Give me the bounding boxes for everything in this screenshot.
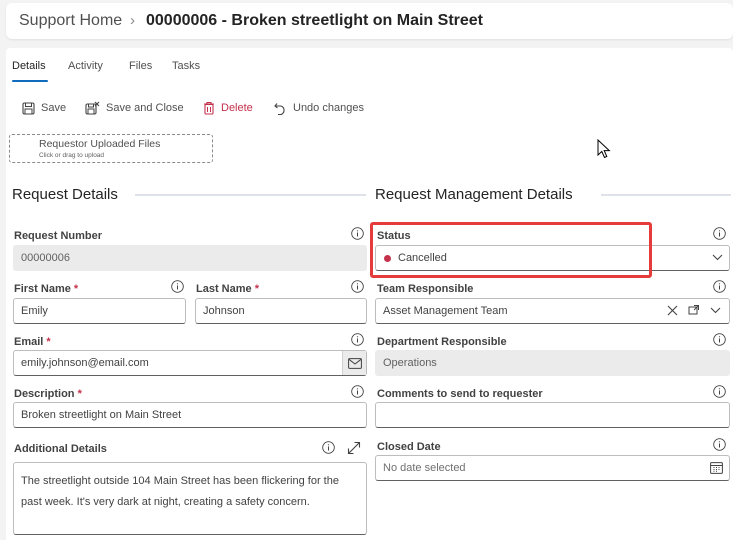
info-icon[interactable]: [713, 280, 726, 293]
email-value: emily.johnson@email.com: [21, 357, 149, 369]
mouse-cursor-icon: [597, 139, 611, 159]
email-label: Email *: [14, 336, 51, 348]
department-responsible-value: Operations: [383, 357, 437, 369]
first-name-input[interactable]: Emily: [13, 298, 186, 324]
save-and-close-button[interactable]: Save and Close: [85, 100, 184, 116]
delete-button[interactable]: Delete: [203, 100, 253, 116]
dropzone-hint: Click or drag to upload: [39, 152, 105, 159]
request-details-heading: Request Details: [12, 186, 118, 203]
email-input[interactable]: emily.johnson@email.com: [13, 350, 367, 376]
closed-date-placeholder: No date selected: [383, 462, 466, 474]
active-tab-indicator: [12, 80, 48, 82]
info-icon[interactable]: [351, 333, 364, 346]
info-icon[interactable]: [351, 280, 364, 293]
page-title: 00000006 - Broken streetlight on Main St…: [146, 12, 483, 29]
description-input[interactable]: Broken streetlight on Main Street: [13, 402, 367, 428]
department-responsible-label: Department Responsible: [377, 336, 507, 348]
required-marker: *: [254, 283, 259, 295]
info-icon[interactable]: [713, 438, 726, 451]
expand-icon[interactable]: [347, 441, 361, 455]
delete-icon: [204, 101, 214, 115]
request-management-heading: Request Management Details: [375, 186, 573, 203]
tab-tasks[interactable]: Tasks: [172, 60, 200, 72]
record-form-card: Details Activity Files Tasks Save Save a…: [6, 48, 733, 540]
status-highlight-box: [370, 222, 652, 278]
send-email-button[interactable]: [342, 351, 366, 375]
additional-details-textarea[interactable]: The streetlight outside 104 Main Street …: [13, 462, 367, 535]
team-responsible-lookup[interactable]: Asset Management Team: [375, 298, 730, 324]
closed-date-label: Closed Date: [377, 441, 441, 453]
required-marker: *: [77, 388, 82, 400]
header-bar: Support Home › 00000006 - Broken streetl…: [6, 3, 733, 39]
comments-label: Comments to send to requester: [377, 388, 543, 400]
requestor-files-dropzone[interactable]: Requestor Uploaded Files Click or drag t…: [9, 134, 213, 163]
calendar-icon[interactable]: [710, 461, 723, 474]
tab-details[interactable]: Details: [12, 60, 46, 72]
request-number-value: 00000006: [21, 252, 70, 264]
last-name-label: Last Name *: [196, 283, 259, 295]
description-label: Description *: [14, 388, 82, 400]
chevron-down-icon[interactable]: [710, 307, 721, 314]
required-marker: *: [73, 283, 79, 295]
undo-changes-label: Undo changes: [293, 102, 364, 114]
description-value: Broken streetlight on Main Street: [21, 409, 182, 421]
closed-date-picker[interactable]: No date selected: [375, 455, 730, 481]
tab-files[interactable]: Files: [129, 60, 152, 72]
save-icon: [22, 101, 35, 115]
clear-icon[interactable]: [667, 305, 678, 316]
section-divider-left: [135, 194, 366, 196]
additional-details-line-1: The streetlight outside 104 Main Street …: [21, 475, 339, 487]
undo-icon: [274, 102, 285, 115]
team-responsible-label: Team Responsible: [377, 283, 474, 295]
team-responsible-value: Asset Management Team: [383, 305, 508, 317]
dropzone-label: Requestor Uploaded Files: [39, 138, 161, 150]
comments-input[interactable]: [375, 402, 730, 428]
info-icon[interactable]: [713, 385, 726, 398]
request-number-field: 00000006: [13, 245, 367, 271]
department-responsible-field: Operations: [375, 350, 730, 376]
tab-activity[interactable]: Activity: [68, 60, 103, 72]
request-number-label: Request Number: [14, 230, 103, 242]
first-name-value: Emily: [21, 305, 48, 317]
section-divider-right: [601, 194, 731, 196]
save-button[interactable]: Save: [22, 100, 66, 116]
lookup-actions: [667, 304, 721, 316]
info-icon[interactable]: [351, 385, 364, 398]
chevron-down-icon: [712, 254, 723, 261]
info-icon[interactable]: [351, 227, 364, 240]
breadcrumb-home-link[interactable]: Support Home: [19, 12, 122, 30]
breadcrumb-separator: ›: [130, 12, 135, 29]
delete-label: Delete: [221, 102, 253, 114]
first-name-label: First Name *: [14, 283, 79, 295]
mail-icon: [347, 357, 362, 369]
save-close-icon: [85, 101, 100, 115]
additional-details-line-2: past week. It's very dark at night, crea…: [21, 496, 310, 508]
open-record-icon[interactable]: [688, 304, 700, 316]
info-icon[interactable]: [171, 280, 184, 293]
additional-details-label: Additional Details: [14, 443, 107, 455]
info-icon[interactable]: [713, 333, 726, 346]
save-label: Save: [41, 102, 67, 114]
required-marker: *: [46, 336, 51, 348]
info-icon[interactable]: [322, 441, 335, 454]
undo-changes-button[interactable]: Undo changes: [274, 100, 364, 116]
info-icon[interactable]: [713, 227, 726, 240]
last-name-input[interactable]: Johnson: [195, 298, 367, 324]
save-and-close-label: Save and Close: [106, 102, 184, 114]
last-name-value: Johnson: [203, 305, 245, 317]
